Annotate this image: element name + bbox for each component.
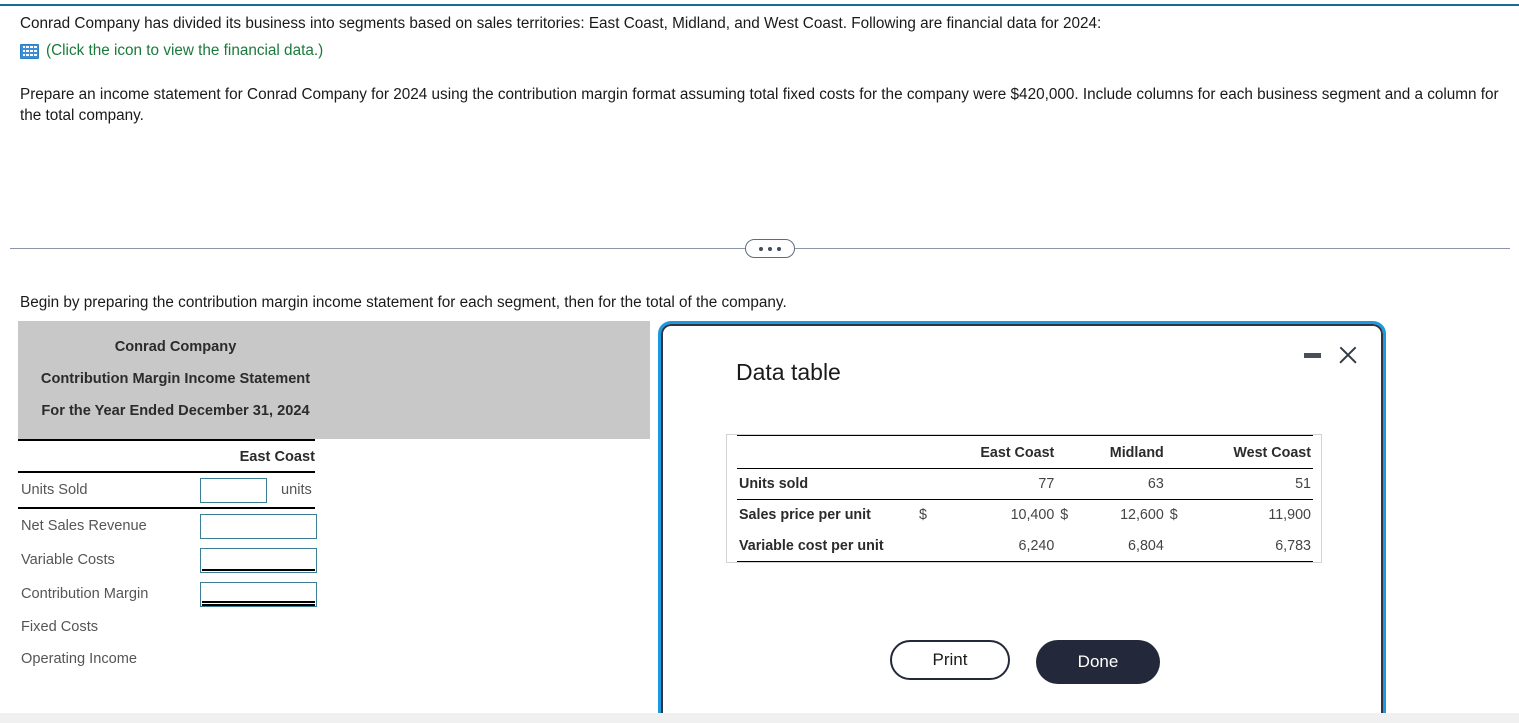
cell-cur-price-west: $: [1169, 507, 1178, 524]
worksheet-header: Conrad Company Contribution Margin Incom…: [18, 321, 650, 439]
cell-cur-vc-midland: [1056, 530, 1077, 562]
cell-price-east-coast: 10,400: [1010, 507, 1055, 524]
cell-units-east-coast: 77: [935, 468, 1057, 500]
cell-units-west-coast: 51: [1185, 468, 1313, 500]
top-accent-rule: [0, 4, 1519, 6]
row-label-contribution-margin: Contribution Margin: [21, 586, 149, 602]
cell-cur-vc-west: [1165, 530, 1186, 562]
row-label-fixed-costs: Fixed Costs: [21, 619, 99, 635]
financial-data-link-row[interactable]: (Click the icon to view the financial da…: [20, 42, 1515, 60]
cell-cur-vc-east: [915, 530, 935, 562]
table-header-row: East Coast Midland West Coast: [737, 437, 1313, 469]
header-blank-cell: [737, 437, 915, 469]
done-button[interactable]: Done: [1036, 640, 1160, 684]
cell-variable-costs: [200, 547, 317, 573]
bottom-status-strip: [0, 713, 1519, 723]
subtotal-underline: [202, 568, 315, 571]
print-button[interactable]: Print: [890, 640, 1010, 680]
dot-3: [777, 246, 781, 251]
dialog-window-controls: [1304, 344, 1359, 366]
worksheet-row-variable-costs: Variable Costs: [18, 543, 418, 577]
contribution-margin-worksheet: Conrad Company Contribution Margin Incom…: [18, 321, 650, 675]
table-row-units-sold: Units sold 77 63 51: [737, 468, 1313, 500]
input-net-sales-revenue[interactable]: [200, 513, 317, 539]
cell-net-sales-revenue: [200, 513, 317, 539]
cell-cur-units-east: [915, 468, 935, 500]
worksheet-row-contribution-margin: Contribution Margin: [18, 577, 418, 611]
worksheet-column-header-east-coast: East Coast: [239, 449, 315, 465]
cell-price-midland: 12,600: [1120, 507, 1164, 524]
financial-data-table: East Coast Midland West Coast Units sold…: [737, 435, 1313, 562]
cell-cur-price-east: $: [919, 507, 927, 524]
header-east-coast: East Coast: [935, 437, 1057, 469]
cell-label-variable-cost: Variable cost per unit: [737, 530, 915, 562]
prompt-intro-text: Conrad Company has divided its business …: [20, 15, 1102, 32]
app-root: Conrad Company has divided its business …: [0, 0, 1519, 723]
close-icon[interactable]: [1337, 344, 1359, 366]
units-suffix-label: units: [281, 482, 312, 498]
table-row-sales-price: Sales price per unit $ 10,400 $ 12,600 $…: [737, 500, 1313, 531]
table-row-variable-cost: Variable cost per unit 6,240 6,804 6,783: [737, 530, 1313, 562]
cell-vc-midland: 6,804: [1076, 530, 1166, 562]
input-units-sold[interactable]: [200, 477, 267, 503]
total-double-underline: [202, 600, 315, 606]
cell-label-sales-price: Sales price per unit: [739, 507, 871, 524]
cell-vc-west-coast: 6,783: [1185, 530, 1313, 562]
dialog-data-table-container: East Coast Midland West Coast Units sold…: [726, 434, 1322, 563]
worksheet-row-operating-income: Operating Income: [18, 643, 650, 675]
row-label-units-sold: Units Sold: [21, 482, 88, 498]
cell-units-midland: 63: [1076, 468, 1166, 500]
cell-contribution-margin: [200, 581, 317, 607]
worksheet-row-fixed-costs: Fixed Costs: [18, 611, 650, 643]
worksheet-title-statement: Contribution Margin Income Statement: [40, 371, 311, 387]
cell-price-west-coast: 11,900: [1268, 507, 1311, 524]
header-midland: Midland: [1076, 437, 1166, 469]
dot-2: [768, 246, 772, 251]
header-spacer-2: [1056, 437, 1077, 469]
prompt-task-text: Prepare an income statement for Conrad C…: [20, 86, 1499, 124]
cell-cur-units-west: [1165, 468, 1186, 500]
dialog-action-bar: Print Done: [661, 640, 1389, 684]
worksheet-title-period: For the Year Ended December 31, 2024: [41, 403, 310, 419]
row-label-variable-costs: Variable Costs: [21, 552, 115, 568]
worksheet-instruction: Begin by preparing the contribution marg…: [20, 294, 787, 311]
cell-label-units-sold: Units sold: [737, 468, 915, 500]
header-spacer-3: [1165, 437, 1186, 469]
cell-vc-east-coast: 6,240: [935, 530, 1057, 562]
row-label-net-sales-revenue: Net Sales Revenue: [21, 518, 147, 534]
section-divider: [10, 239, 1510, 259]
financial-data-link-label[interactable]: (Click the icon to view the financial da…: [46, 42, 323, 60]
cell-cur-units-midland: [1056, 468, 1077, 500]
cell-units-sold: [200, 477, 267, 503]
question-prompt: Conrad Company has divided its business …: [20, 13, 1515, 126]
row-label-operating-income: Operating Income: [21, 651, 138, 667]
dialog-title: Data table: [736, 359, 841, 385]
expand-section-button[interactable]: [745, 239, 795, 258]
worksheet-row-net-sales-revenue: Net Sales Revenue: [18, 509, 418, 543]
dot-1: [759, 246, 763, 251]
cell-cur-price-midland: $: [1060, 507, 1069, 524]
header-spacer-1: [915, 437, 935, 469]
worksheet-title-company: Conrad Company: [114, 339, 237, 355]
data-table-dialog: Data table East Coast Midland West Coast…: [658, 321, 1386, 723]
minimize-icon[interactable]: [1304, 352, 1321, 358]
header-west-coast: West Coast: [1185, 437, 1313, 469]
spreadsheet-grid-icon[interactable]: [20, 43, 39, 59]
worksheet-row-units-sold: Units Sold units: [18, 473, 418, 507]
